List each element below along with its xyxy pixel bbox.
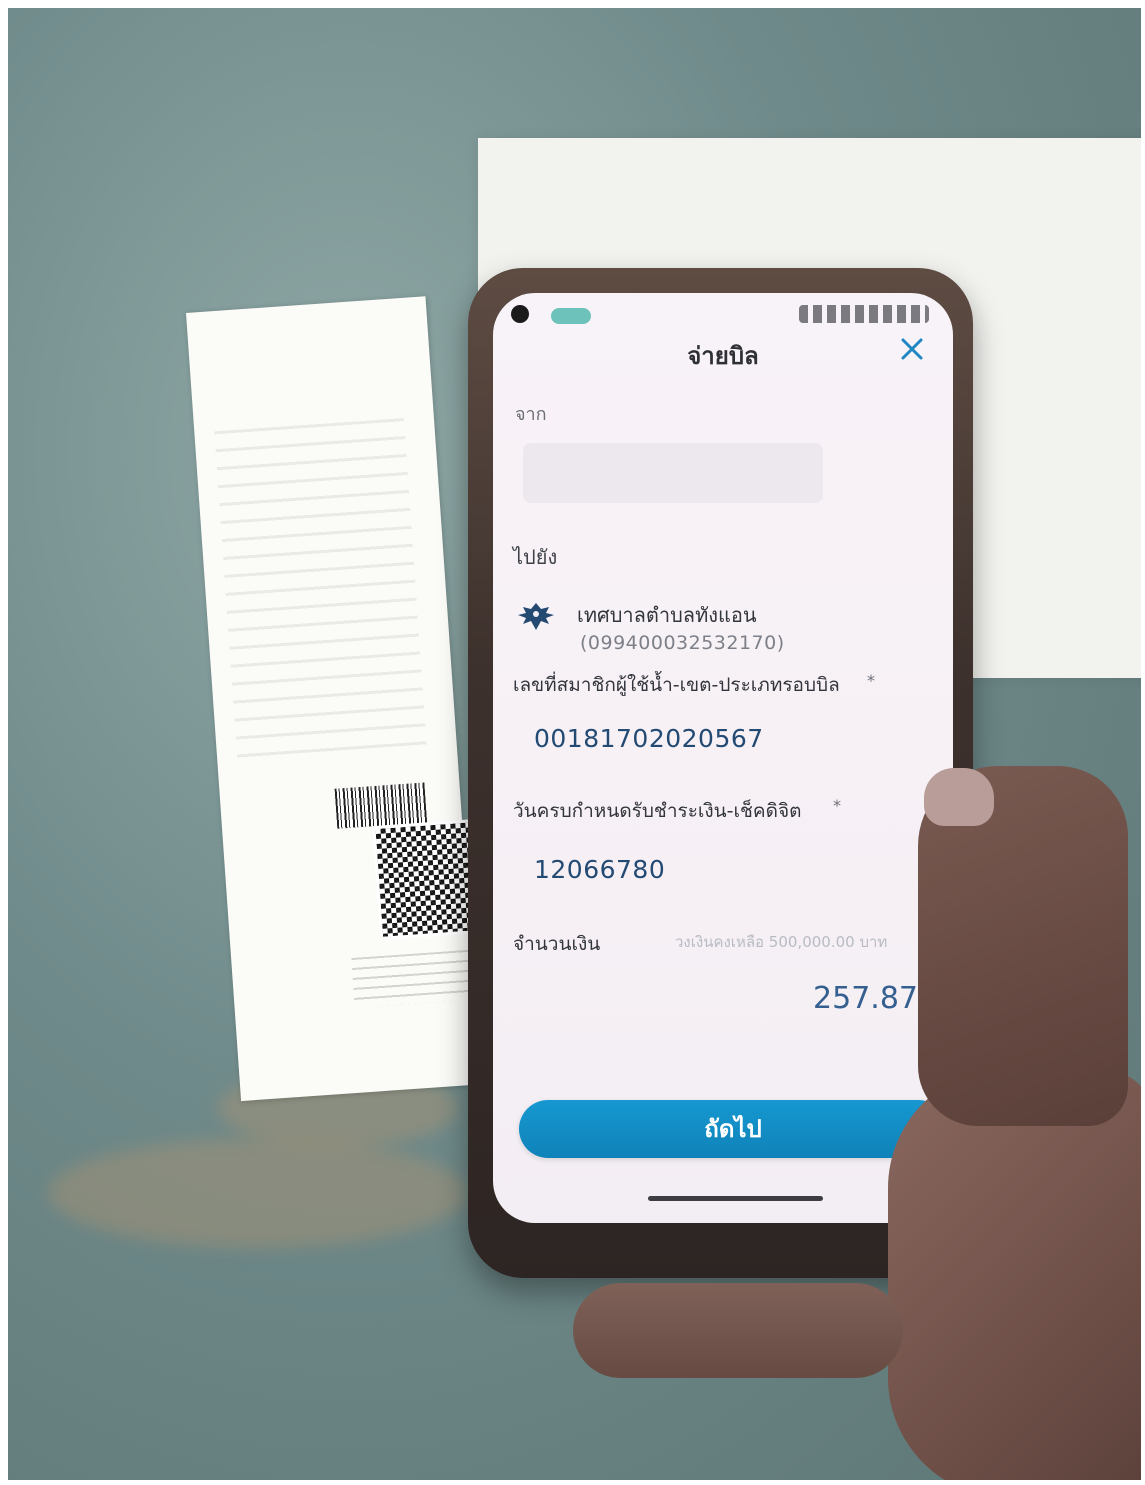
- paper-receipt: [186, 296, 525, 1102]
- required-mark: *: [833, 796, 841, 815]
- amount-value[interactable]: 257.87: [813, 981, 918, 1016]
- photo-background: จ่ายบิล จาก ไปยัง เทศบาลตำบลทังแอน (0994…: [8, 8, 1141, 1480]
- member-number-value[interactable]: 00181702020567: [534, 724, 764, 753]
- garuda-icon: [515, 597, 557, 637]
- to-label: ไปยัง: [513, 545, 558, 569]
- due-date-value[interactable]: 12066780: [534, 855, 665, 884]
- camera-hole: [511, 305, 529, 323]
- recipient-account-id: (099400032532170): [580, 632, 785, 654]
- table-stain: [48, 1138, 468, 1248]
- required-mark: *: [867, 671, 875, 690]
- status-pill: [551, 308, 591, 324]
- member-number-label: เลขที่สมาชิกผู้ใช้น้ำ-เขต-ประเภทรอบบิล: [513, 674, 840, 696]
- status-icons: [799, 305, 929, 323]
- receipt-text-lines: [214, 418, 428, 771]
- hand: [888, 1068, 1141, 1480]
- close-icon[interactable]: [899, 336, 925, 362]
- page-title: จ่ายบิล: [687, 342, 759, 370]
- thumbnail: [924, 768, 994, 826]
- from-label: จาก: [515, 404, 547, 425]
- next-button[interactable]: ถัดไป: [519, 1100, 947, 1158]
- barcode: [334, 782, 428, 829]
- phone-screen: จ่ายบิล จาก ไปยัง เทศบาลตำบลทังแอน (0994…: [493, 293, 953, 1223]
- recipient-name: เทศบาลตำบลทังแอน: [577, 603, 757, 627]
- finger: [573, 1283, 903, 1378]
- home-indicator: [648, 1196, 823, 1201]
- amount-label: จำนวนเงิน: [513, 933, 601, 955]
- amount-limit-text: วงเงินคงเหลือ 500,000.00 บาท: [675, 933, 888, 951]
- due-date-label: วันครบกำหนดรับชำระเงิน-เช็คดิจิต: [513, 800, 802, 822]
- from-account-area: [523, 443, 823, 503]
